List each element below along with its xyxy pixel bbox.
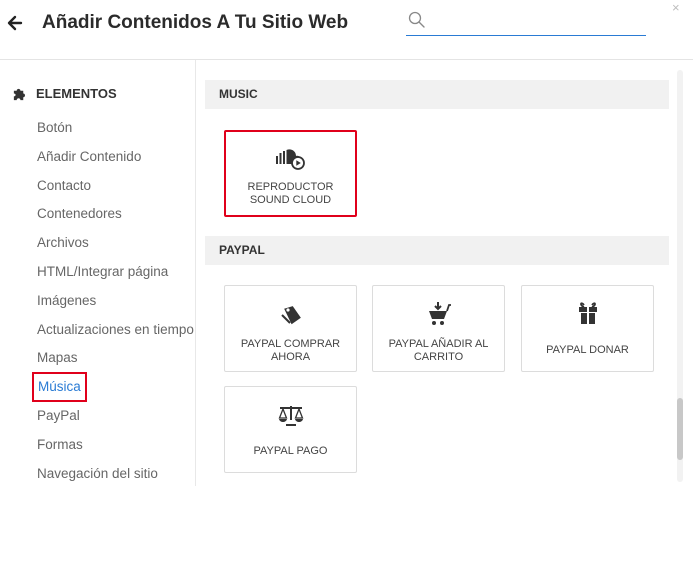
page-title: Añadir Contenidos A Tu Sitio Web (42, 12, 349, 33)
sidebar-item-html[interactable]: HTML/Integrar página (37, 262, 194, 291)
card-paypal-comprar-ahora[interactable]: PAYPAL COMPRAR AHORA (224, 285, 357, 372)
sidebar-item-label: Música (32, 372, 87, 403)
sidebar-item-label: Contacto (37, 177, 92, 193)
sidebar-item-label: PayPal (37, 407, 80, 423)
card-label: REPRODUCTOR SOUND CLOUD (247, 181, 334, 206)
close-icon[interactable]: × (672, 0, 680, 15)
sidebar-item-archivos[interactable]: Archivos (37, 233, 194, 262)
price-tag-icon (280, 306, 301, 325)
sidebar-item-boton[interactable]: Botón (37, 118, 194, 147)
sidebar-item-label: Actualizaciones en tiempo (37, 321, 194, 337)
scale-icon (278, 406, 303, 426)
sidebar-item-formas[interactable]: Formas (37, 435, 194, 464)
cart-add-icon (428, 302, 451, 325)
sidebar-item-label: Imágenes (37, 292, 97, 308)
search-box[interactable] (406, 8, 646, 36)
sidebar-item-anadir-contenido[interactable]: Añadir Contenido (37, 147, 194, 176)
sidebar-item-contenedores[interactable]: Contenedores (37, 204, 194, 233)
sidebar-item-musica[interactable]: Música (32, 372, 194, 406)
sidebar-item-label: Mapas (37, 350, 78, 366)
sidebar-item-contacto[interactable]: Contacto (37, 176, 194, 205)
sidebar-item-label: Formas (37, 436, 83, 452)
sidebar-list: Botón Añadir Contenido Contacto Contened… (32, 118, 194, 486)
puzzle-icon (13, 88, 26, 101)
card-paypal-anadir-carrito[interactable]: PAYPAL AÑADIR AL CARRITO (372, 285, 505, 372)
card-label: PAYPAL AÑADIR AL CARRITO (388, 338, 489, 363)
gift-icon (578, 302, 597, 324)
sidebar: ELEMENTOS Botón Añadir Contenido Contact… (0, 60, 196, 486)
card-label: PAYPAL DONAR (546, 344, 629, 356)
sidebar-item-label: HTML/Integrar página (37, 263, 169, 279)
card-soundcloud-player[interactable]: REPRODUCTOR SOUND CLOUD (224, 130, 357, 217)
sidebar-item-label: Añadir Contenido (37, 148, 142, 164)
section-header-music: MUSIC (205, 80, 669, 109)
content-panel: MUSIC REPRODUCTOR SOUND CLOUD PAYPAL PAY… (205, 80, 669, 486)
sidebar-item-mapas[interactable]: Mapas (37, 348, 194, 377)
arrow-left-icon[interactable] (6, 11, 24, 35)
card-label: PAYPAL PAGO (253, 445, 328, 457)
header: Añadir Contenidos A Tu Sitio Web × (0, 0, 693, 60)
card-label: PAYPAL COMPRAR AHORA (240, 338, 341, 363)
sidebar-heading: ELEMENTOS (12, 86, 117, 101)
search-icon (408, 11, 425, 28)
search-input[interactable] (432, 10, 642, 32)
sidebar-item-label: Archivos (37, 235, 89, 251)
sidebar-item-label: Navegación del sitio (37, 465, 158, 481)
card-paypal-pago[interactable]: PAYPAL PAGO (224, 386, 357, 473)
card-paypal-donar[interactable]: PAYPAL DONAR (521, 285, 654, 372)
soundcloud-play-icon (275, 149, 305, 170)
sidebar-item-navegacion[interactable]: Navegación del sitio (37, 464, 194, 486)
sidebar-item-imagenes[interactable]: Imágenes (37, 291, 194, 320)
section-header-paypal: PAYPAL (205, 236, 669, 265)
sidebar-item-paypal[interactable]: PayPal (37, 406, 194, 435)
sidebar-item-label: Contenedores (37, 206, 122, 222)
sidebar-item-label: Botón (37, 120, 73, 135)
sidebar-item-actualizaciones[interactable]: Actualizaciones en tiempo (37, 320, 194, 349)
sidebar-heading-label: ELEMENTOS (36, 86, 117, 101)
content-scrollbar-thumb[interactable] (677, 398, 683, 460)
